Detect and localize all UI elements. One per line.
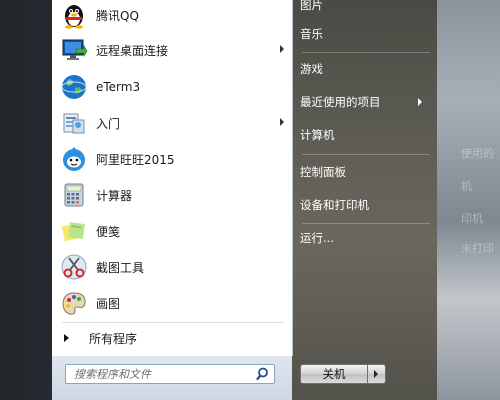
paint-palette-icon (62, 292, 86, 315)
divider (302, 154, 430, 155)
submenu-arrow-icon[interactable] (280, 118, 284, 126)
program-label: 阿里旺旺2015 (96, 152, 175, 167)
penguin-icon (65, 5, 83, 29)
menu-item-label: 设备和打印机 (300, 198, 369, 212)
menu-item-control-panel[interactable]: 控制面板 (300, 161, 346, 183)
all-programs-label: 所有程序 (89, 331, 138, 346)
submenu-arrow-icon[interactable] (418, 98, 422, 106)
calculator-icon (64, 183, 84, 207)
desktop-ghost-text: 印机 (461, 212, 483, 225)
search-icon[interactable] (256, 366, 272, 382)
program-getting-started[interactable]: 入门 (58, 106, 286, 140)
all-programs-button[interactable]: 所有程序 (62, 328, 137, 348)
menu-item-label: 控制面板 (300, 165, 346, 179)
program-sticky-notes[interactable]: 便笺 (58, 214, 286, 248)
menu-item-music[interactable]: 音乐 (300, 23, 323, 45)
shutdown-button[interactable]: 关机 (300, 364, 368, 384)
menu-item-label: 最近使用的项目 (300, 95, 381, 109)
menu-item-pictures[interactable]: 图片 (300, 0, 323, 16)
menu-item-label: 游戏 (300, 62, 323, 76)
desktop-ghost-text: 末打印 (461, 242, 494, 255)
program-calculator[interactable]: 计算器 (58, 178, 286, 212)
menu-item-computer[interactable]: 计算机 (300, 124, 335, 146)
program-eterm3[interactable]: eTerm3 (58, 70, 286, 104)
program-tencent-qq[interactable]: 腾讯QQ (58, 0, 286, 32)
desktop-ghost-text: 机 (461, 180, 472, 193)
divider (302, 223, 430, 224)
program-label: 远程桌面连接 (96, 43, 169, 58)
getting-started-icon (63, 113, 85, 134)
shutdown-label: 关机 (322, 367, 346, 381)
divider (62, 322, 284, 323)
globe-icon (61, 75, 87, 99)
submenu-arrow-icon[interactable] (280, 45, 284, 53)
program-label: 画图 (96, 296, 121, 311)
wangwang-icon (63, 147, 85, 171)
triangle-right-icon (64, 334, 69, 342)
start-menu: 腾讯QQ 远程桌面连接 eTerm3 入门 阿里旺旺2015 计算器 便笺 截图… (52, 0, 437, 400)
program-label: 入门 (96, 116, 121, 131)
menu-item-label: 音乐 (300, 27, 323, 41)
scissors-icon (61, 254, 87, 280)
search-input[interactable] (65, 364, 275, 384)
program-remote-desktop[interactable]: 远程桌面连接 (58, 33, 286, 67)
shutdown-options-arrow-icon[interactable] (368, 364, 386, 384)
desktop-wallpaper-strip: 使用的 机 印机 末打印 (437, 0, 500, 400)
program-paint[interactable]: 画图 (58, 286, 286, 320)
program-label: 截图工具 (96, 260, 145, 275)
pinned-programs-pane: 腾讯QQ 远程桌面连接 eTerm3 入门 阿里旺旺2015 计算器 便笺 截图… (52, 0, 293, 356)
desktop-ghost-text: 使用的 (461, 147, 494, 160)
menu-item-recent-items[interactable]: 最近使用的项目 (300, 91, 422, 113)
sticky-notes-icon (61, 222, 85, 242)
program-snipping-tool[interactable]: 截图工具 (58, 250, 286, 284)
program-label: 便笺 (96, 224, 121, 239)
menu-item-label: 计算机 (300, 128, 335, 142)
program-label: 计算器 (96, 188, 133, 203)
menu-item-run[interactable]: 运行... (300, 227, 334, 249)
program-label: eTerm3 (96, 80, 141, 94)
program-aliwangwang[interactable]: 阿里旺旺2015 (58, 142, 286, 176)
divider (302, 52, 430, 53)
remote-desktop-icon (62, 39, 88, 60)
program-label: 腾讯QQ (96, 8, 139, 23)
menu-item-label: 运行... (300, 231, 334, 245)
menu-item-games[interactable]: 游戏 (300, 58, 323, 80)
menu-item-devices-printers[interactable]: 设备和打印机 (300, 194, 369, 216)
menu-item-label: 图片 (300, 0, 323, 12)
